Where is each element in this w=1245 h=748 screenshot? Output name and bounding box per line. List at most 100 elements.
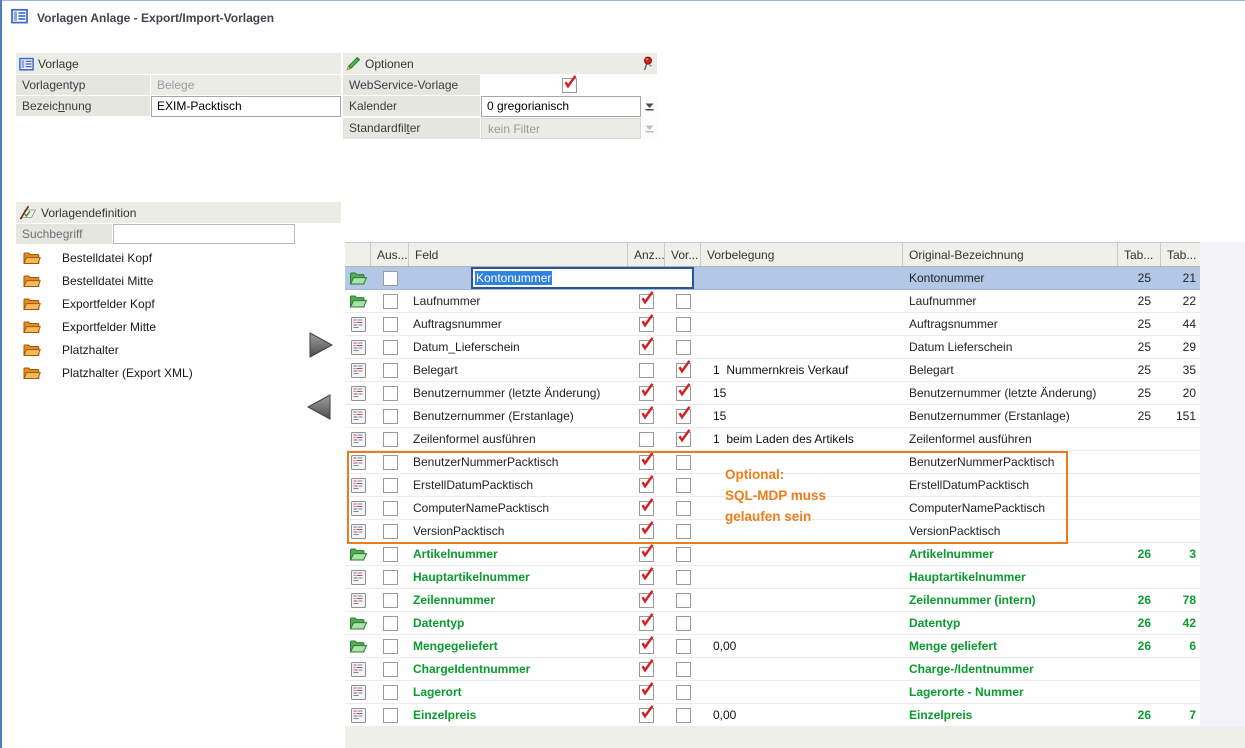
field-cell[interactable]: ChargeIdentnummer — [409, 658, 628, 680]
webservice-checkbox[interactable] — [562, 78, 577, 93]
field-cell[interactable]: Mengegeliefert — [409, 635, 628, 657]
vor-checkbox[interactable] — [676, 524, 691, 539]
folder-item[interactable]: Exportfelder Kopf — [16, 292, 295, 315]
table-row[interactable]: Datum_LieferscheinDatum Lieferschein2529 — [345, 336, 1200, 359]
aus-checkbox[interactable] — [383, 478, 398, 493]
aus-checkbox[interactable] — [383, 662, 398, 677]
vor-checkbox[interactable] — [676, 386, 691, 401]
anz-checkbox[interactable] — [639, 340, 654, 355]
anz-checkbox[interactable] — [639, 363, 654, 378]
table-row[interactable]: Belegart1 Nummernkreis VerkaufBelegart25… — [345, 359, 1200, 382]
anz-checkbox[interactable] — [639, 409, 654, 424]
folder-item[interactable]: Bestelldatei Kopf — [16, 246, 295, 269]
anz-checkbox[interactable] — [639, 593, 654, 608]
aus-checkbox[interactable] — [383, 363, 398, 378]
vor-checkbox[interactable] — [676, 708, 691, 723]
table-row[interactable]: HauptartikelnummerHauptartikelnummer — [345, 566, 1200, 589]
table-row[interactable]: Benutzernummer (letzte Änderung)15Benutz… — [345, 382, 1200, 405]
aus-checkbox[interactable] — [383, 685, 398, 700]
table-row[interactable]: LaufnummerLaufnummer2522 — [345, 290, 1200, 313]
vor-checkbox[interactable] — [676, 501, 691, 516]
vor-checkbox[interactable] — [676, 639, 691, 654]
aus-checkbox[interactable] — [383, 524, 398, 539]
table-row[interactable]: ZeilennummerZeilennummer (intern)2678 — [345, 589, 1200, 612]
anz-checkbox[interactable] — [639, 639, 654, 654]
anz-checkbox[interactable] — [639, 616, 654, 631]
field-cell[interactable]: Lagerort — [409, 681, 628, 703]
kalender-dropdown-arrow[interactable] — [641, 96, 658, 117]
aus-checkbox[interactable] — [383, 547, 398, 562]
field-cell[interactable]: Einzelpreis — [409, 704, 628, 726]
vor-checkbox[interactable] — [676, 616, 691, 631]
vor-checkbox[interactable] — [676, 570, 691, 585]
field-cell[interactable]: ComputerNamePacktisch — [409, 497, 628, 519]
search-input[interactable] — [113, 224, 295, 244]
pin-icon[interactable] — [642, 56, 654, 72]
field-cell[interactable]: Benutzernummer (Erstanlage) — [409, 405, 628, 427]
vor-checkbox[interactable] — [676, 685, 691, 700]
col-vor[interactable]: Vor... — [665, 243, 701, 266]
aus-checkbox[interactable] — [383, 593, 398, 608]
aus-checkbox[interactable] — [383, 409, 398, 424]
vor-checkbox[interactable] — [676, 593, 691, 608]
aus-checkbox[interactable] — [383, 340, 398, 355]
anz-checkbox[interactable] — [639, 524, 654, 539]
table-row[interactable]: AuftragsnummerAuftragsnummer2544 — [345, 313, 1200, 336]
vor-checkbox[interactable] — [676, 340, 691, 355]
field-cell[interactable]: Kontonummer — [409, 267, 628, 289]
anz-checkbox[interactable] — [639, 455, 654, 470]
field-cell[interactable]: Zeilennummer — [409, 589, 628, 611]
field-cell[interactable]: Artikelnummer — [409, 543, 628, 565]
anz-checkbox[interactable] — [639, 386, 654, 401]
anz-checkbox[interactable] — [639, 501, 654, 516]
field-cell[interactable]: VersionPacktisch — [409, 520, 628, 542]
table-row[interactable]: ComputerNamePacktischComputerNamePacktis… — [345, 497, 1200, 520]
vor-checkbox[interactable] — [676, 455, 691, 470]
field-cell[interactable]: Auftragsnummer — [409, 313, 628, 335]
col-feld[interactable]: Feld — [409, 243, 628, 266]
vor-checkbox[interactable] — [676, 432, 691, 447]
table-row[interactable]: Mengegeliefert0,00Menge geliefert266 — [345, 635, 1200, 658]
col-tab-1[interactable]: Tab... — [1118, 243, 1161, 266]
vor-checkbox[interactable] — [676, 363, 691, 378]
aus-checkbox[interactable] — [383, 386, 398, 401]
table-row[interactable]: KontonummerKontonummer2521 — [345, 267, 1200, 290]
aus-checkbox[interactable] — [383, 570, 398, 585]
folder-item[interactable]: Platzhalter — [16, 338, 295, 361]
field-cell[interactable]: Laufnummer — [409, 290, 628, 312]
col-original-bezeichnung[interactable]: Original-Bezeichnung — [903, 243, 1118, 266]
field-cell[interactable]: Benutzernummer (letzte Änderung) — [409, 382, 628, 404]
anz-checkbox[interactable] — [639, 685, 654, 700]
folder-item[interactable]: Bestelldatei Mitte — [16, 269, 295, 292]
col-tab-2[interactable]: Tab... — [1161, 243, 1200, 266]
anz-checkbox[interactable] — [639, 478, 654, 493]
table-row[interactable]: DatentypDatentyp2642 — [345, 612, 1200, 635]
aus-checkbox[interactable] — [383, 708, 398, 723]
aus-checkbox[interactable] — [383, 639, 398, 654]
move-right-button[interactable] — [308, 331, 334, 359]
field-cell[interactable]: ErstellDatumPacktisch — [409, 474, 628, 496]
field-cell[interactable]: BenutzerNummerPacktisch — [409, 451, 628, 473]
table-row[interactable]: ArtikelnummerArtikelnummer263 — [345, 543, 1200, 566]
field-cell[interactable]: Belegart — [409, 359, 628, 381]
aus-checkbox[interactable] — [383, 317, 398, 332]
field-cell[interactable]: Datum_Lieferschein — [409, 336, 628, 358]
vor-checkbox[interactable] — [676, 317, 691, 332]
field-edit-input[interactable]: Kontonummer — [471, 267, 694, 289]
anz-checkbox[interactable] — [639, 432, 654, 447]
move-left-button[interactable] — [306, 393, 332, 421]
table-row[interactable]: VersionPacktischVersionPacktisch — [345, 520, 1200, 543]
field-cell[interactable]: Hauptartikelnummer — [409, 566, 628, 588]
vor-checkbox[interactable] — [676, 294, 691, 309]
aus-checkbox[interactable] — [383, 616, 398, 631]
aus-checkbox[interactable] — [383, 294, 398, 309]
table-row[interactable]: Einzelpreis0,00Einzelpreis267 — [345, 704, 1200, 727]
field-cell[interactable]: Datentyp — [409, 612, 628, 634]
anz-checkbox[interactable] — [639, 547, 654, 562]
bezeichnung-input[interactable]: EXIM-Packtisch — [151, 96, 341, 117]
aus-checkbox[interactable] — [383, 455, 398, 470]
table-row[interactable]: BenutzerNummerPacktischBenutzerNummerPac… — [345, 451, 1200, 474]
anz-checkbox[interactable] — [639, 662, 654, 677]
table-row[interactable]: ErstellDatumPacktischErstellDatumPacktis… — [345, 474, 1200, 497]
col-icon[interactable] — [345, 243, 371, 266]
